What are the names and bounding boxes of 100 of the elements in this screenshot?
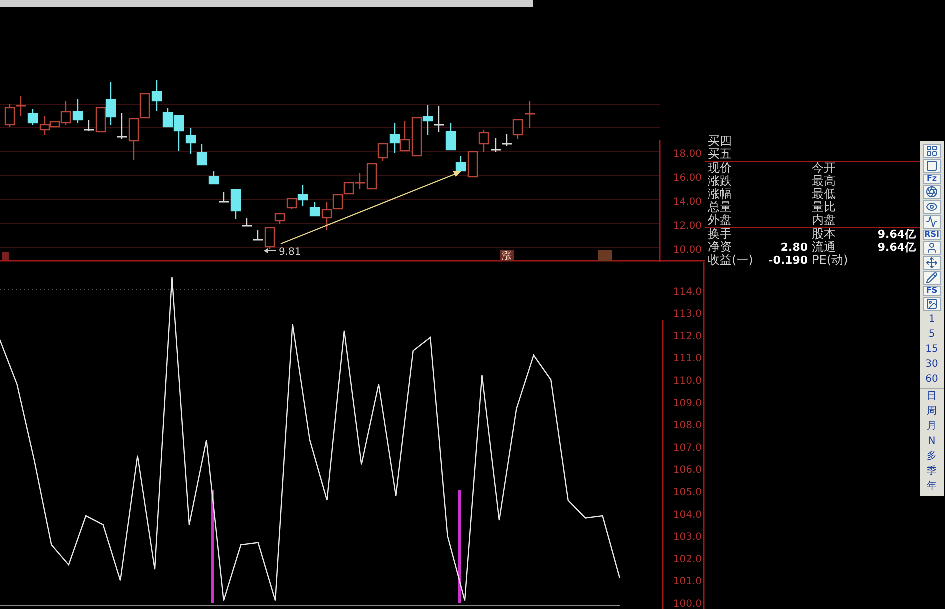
candlestick [491, 138, 501, 152]
quote-label: 收益(一) [708, 254, 754, 267]
cycle-button[interactable]: 季 [927, 465, 937, 479]
candlestick [196, 144, 208, 166]
period-button[interactable]: 15 [926, 343, 938, 357]
price-axis-label: 10.00 [673, 245, 702, 256]
axis-tick-label: 113.0 [673, 309, 702, 320]
toolbar-button[interactable]: Fz [923, 174, 941, 184]
quote-label: 最低 [812, 188, 836, 201]
candlestick [208, 171, 220, 185]
axis-tick-label: 104.0 [673, 510, 702, 521]
person-icon [926, 242, 938, 254]
quote-value: 9.64亿 [878, 228, 916, 241]
candlestick [434, 106, 444, 132]
axis-tick-label: 106.0 [673, 465, 702, 476]
quote-label: 今开 [812, 162, 836, 175]
price-axis-label: 14.00 [673, 197, 702, 208]
cycle-button[interactable]: 年 [927, 480, 937, 494]
candlestick [264, 227, 276, 249]
quote-label: PE(动) [812, 254, 848, 267]
candlestick [525, 101, 535, 128]
quote-label: 股本 [812, 228, 836, 241]
quote-label: 涨跌 [708, 175, 732, 188]
image-icon [926, 298, 938, 310]
axis-tick-label: 105.0 [673, 488, 702, 498]
candlestick [366, 163, 378, 190]
cycle-button[interactable]: 多 [927, 450, 937, 464]
cycle-button[interactable]: 日 [927, 390, 937, 404]
candlestick [422, 105, 434, 135]
quote-label: 买四 [708, 135, 732, 148]
period-button[interactable]: 5 [928, 328, 936, 342]
price-axis-label: 16.00 [673, 173, 702, 184]
pencil-icon [926, 272, 938, 284]
price-axis-label: 12.00 [673, 221, 702, 232]
quote-label: 现价 [708, 162, 732, 175]
marker-icon [2, 252, 9, 260]
axis-tick-label: 107.0 [673, 442, 702, 454]
move-button[interactable] [923, 256, 941, 270]
axis-tick-label: 102.0 [673, 554, 702, 566]
candlestick [344, 182, 354, 195]
axis-tick-label: 114.0 [673, 286, 702, 298]
period-button[interactable]: 60 [926, 373, 938, 387]
wave-button[interactable] [923, 215, 941, 229]
price-axis-label: 18.00 [673, 149, 702, 160]
aperture-button[interactable] [923, 185, 941, 199]
quote-label: 总量 [708, 201, 732, 214]
axis-tick-label: 108.0 [673, 420, 702, 432]
axis-tick-label: 110.0 [673, 376, 702, 387]
marker-icon [598, 250, 612, 261]
candlestick [355, 173, 365, 189]
toolbar-button[interactable]: FS [923, 286, 941, 296]
quote-label: 最高 [812, 175, 836, 188]
candlestick [412, 117, 422, 157]
square-button[interactable] [923, 159, 941, 173]
quote-value: 2.80 [780, 241, 808, 254]
axis-tick-label: 101.0 [673, 576, 702, 588]
candlestick [253, 230, 263, 241]
square-icon [926, 160, 938, 172]
period-button[interactable]: 1 [928, 313, 936, 327]
grid-button[interactable] [923, 144, 941, 158]
cycle-button[interactable]: 月 [927, 420, 937, 434]
quote-label: 换手 [708, 228, 732, 241]
axis-tick-label: 112.0 [673, 331, 702, 342]
quote-label: 外盘 [708, 214, 732, 227]
cycle-button[interactable]: 周 [927, 405, 937, 419]
quote-value: 9.64亿 [878, 241, 916, 254]
image-button[interactable] [923, 297, 941, 311]
axis-tick-label: 100.0 [673, 599, 702, 609]
chart-marker: 涨 [500, 250, 514, 262]
candlestick [478, 130, 490, 152]
quote-label: 流通 [812, 241, 836, 254]
candlestick [274, 213, 286, 224]
arrow-icon [264, 248, 276, 254]
quote-value: -0.190 [768, 254, 808, 267]
aperture-icon [926, 186, 938, 198]
pencil-button[interactable] [923, 271, 941, 285]
period-button[interactable]: 30 [926, 358, 938, 372]
axis-tick-label: 109.0 [673, 398, 702, 410]
person-button[interactable] [923, 241, 941, 255]
move-icon [926, 257, 938, 269]
candlestick [16, 96, 26, 116]
quote-label: 涨幅 [708, 188, 732, 201]
quote-label: 内盘 [812, 214, 836, 227]
eye-button[interactable] [923, 200, 941, 214]
axis-tick-label: 111.0 [673, 354, 702, 365]
wave-icon [926, 216, 938, 228]
candlestick [400, 121, 410, 152]
toolbar-button[interactable]: RSI [923, 230, 941, 240]
quote-label: 买五 [708, 148, 732, 161]
candlestick [219, 192, 229, 203]
candlestick [4, 104, 16, 127]
cycle-button[interactable]: N [928, 435, 936, 449]
candlestick [186, 128, 196, 154]
axis-tick-label: 103.0 [673, 532, 702, 544]
eye-icon [926, 201, 938, 213]
low-price-label: 9.81 [279, 247, 302, 258]
quote-label: 净资 [708, 241, 732, 254]
quote-label: 量比 [812, 201, 836, 214]
candlestick [28, 109, 38, 125]
grid-icon [926, 145, 938, 157]
